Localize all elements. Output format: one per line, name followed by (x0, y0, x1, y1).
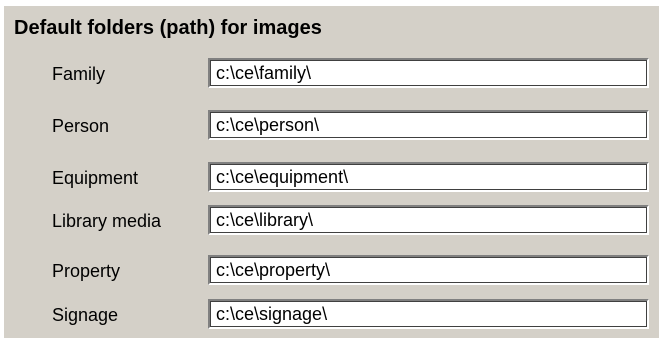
folder-row-library-media: Library media (4, 205, 659, 239)
person-path-input[interactable] (208, 110, 649, 140)
family-label: Family (52, 64, 105, 84)
property-label: Property (52, 261, 121, 281)
equipment-path-input[interactable] (208, 162, 649, 192)
folder-row-family: Family (4, 58, 659, 92)
family-path-input[interactable] (208, 58, 649, 88)
folder-row-property: Property (4, 255, 659, 289)
library-media-label: Library media (52, 211, 162, 231)
default-folders-panel: Default folders (path) for images Family… (4, 6, 659, 338)
library-media-path-input[interactable] (208, 205, 649, 235)
property-path-input[interactable] (208, 255, 649, 285)
person-label: Person (52, 116, 110, 136)
folder-row-person: Person (4, 110, 659, 144)
signage-path-input[interactable] (208, 299, 649, 329)
signage-label: Signage (52, 305, 119, 325)
folder-row-signage: Signage (4, 299, 659, 333)
equipment-label: Equipment (52, 168, 139, 188)
section-title: Default folders (path) for images (14, 17, 322, 39)
folder-row-equipment: Equipment (4, 162, 659, 196)
